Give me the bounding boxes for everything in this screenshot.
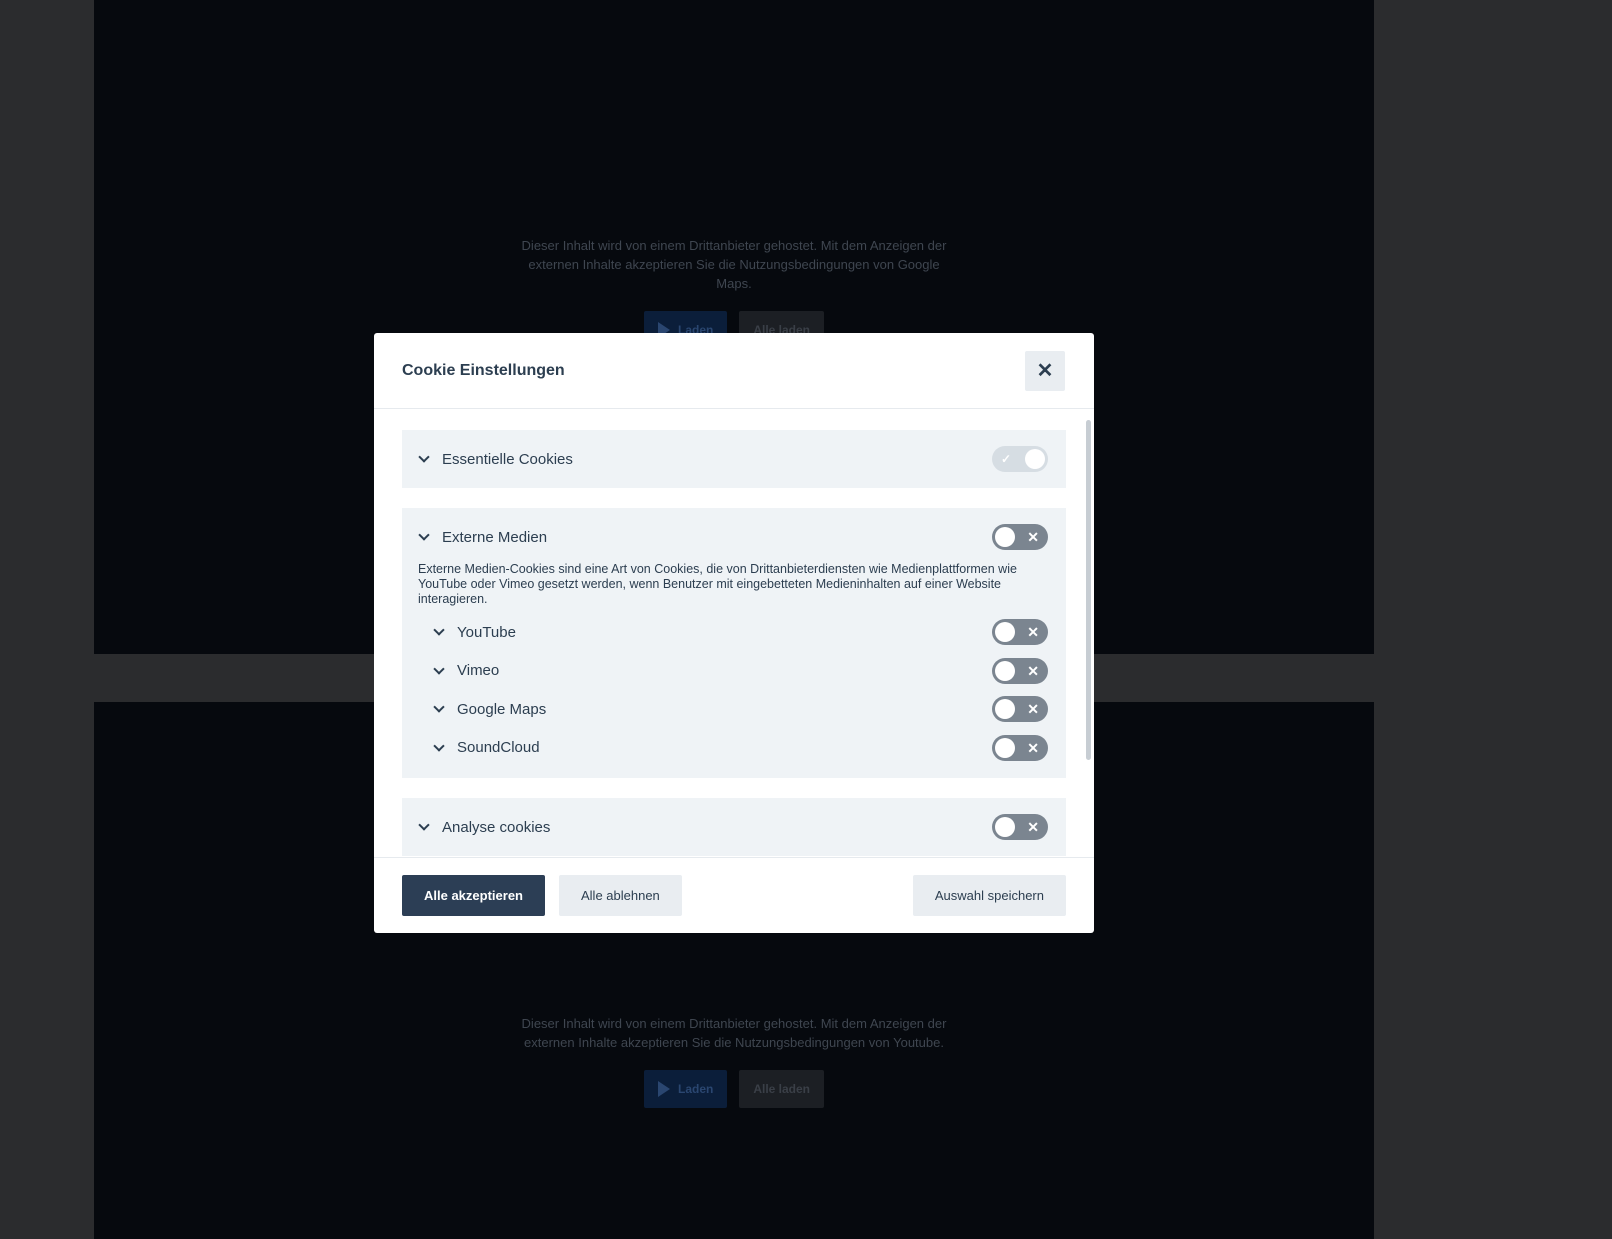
cookie-settings-modal: Cookie Einstellungen ✕ Essentielle Cooki… <box>374 333 1094 933</box>
toggle-knob <box>995 737 1015 758</box>
section-label: Analyse cookies <box>442 818 551 836</box>
chevron-down-icon[interactable] <box>418 819 430 831</box>
load-all-button[interactable]: Alle laden <box>739 1070 825 1108</box>
toggle-knob <box>995 660 1015 681</box>
section-analyse-cookies: Analyse cookies ✕ <box>402 798 1066 856</box>
list-item-youtube[interactable]: YouTube ✕ <box>402 613 1066 652</box>
item-label: SoundCloud <box>457 739 540 757</box>
chevron-down-icon[interactable] <box>418 451 430 463</box>
vimeo-toggle[interactable]: ✕ <box>992 657 1048 684</box>
close-button[interactable]: ✕ <box>1025 350 1065 391</box>
section-description: Externe Medien-Cookies sind eine Art von… <box>418 562 1017 606</box>
toggle-knob <box>995 527 1015 547</box>
list-item-soundcloud[interactable]: SoundCloud ✕ <box>402 729 1066 768</box>
modal-body[interactable]: Essentielle Cookies ✓ Externe Medien ✕ E… <box>374 410 1094 857</box>
chevron-down-icon[interactable] <box>433 701 445 713</box>
section-external-media: Externe Medien ✕ Externe Medien-Cookies … <box>402 508 1066 778</box>
load-button[interactable]: Laden <box>643 1070 728 1108</box>
external-media-list: YouTube ✕ Vimeo ✕ Google Maps ✕ SoundClo… <box>402 613 1066 767</box>
list-item-google-maps[interactable]: Google Maps ✕ <box>402 690 1066 729</box>
embed-notice-text: Dieser Inhalt wird von einem Drittanbiet… <box>521 238 947 291</box>
analyse-cookies-toggle[interactable]: ✕ <box>992 814 1048 840</box>
essential-cookies-toggle: ✓ <box>992 446 1048 472</box>
embed-buttons: Laden Alle laden <box>94 1070 1374 1108</box>
toggle-knob <box>1025 449 1045 469</box>
list-item-vimeo[interactable]: Vimeo ✕ <box>402 652 1066 691</box>
x-icon: ✕ <box>1027 739 1039 756</box>
check-icon: ✓ <box>1001 452 1012 466</box>
item-label: YouTube <box>457 623 516 641</box>
x-icon: ✕ <box>1027 819 1039 835</box>
section-label: Essentielle Cookies <box>442 450 573 468</box>
play-icon <box>657 1081 670 1097</box>
item-label: Google Maps <box>457 700 547 718</box>
section-header[interactable]: Essentielle Cookies ✓ <box>402 430 1066 488</box>
section-essential-cookies: Essentielle Cookies ✓ <box>402 430 1066 488</box>
section-header[interactable]: Externe Medien ✕ <box>402 508 1066 566</box>
embed-notice-text: Dieser Inhalt wird von einem Drittanbiet… <box>521 1016 947 1050</box>
external-media-toggle[interactable]: ✕ <box>992 524 1048 550</box>
youtube-toggle[interactable]: ✕ <box>992 619 1048 646</box>
toggle-knob <box>995 622 1015 643</box>
toggle-knob <box>995 817 1015 837</box>
x-icon: ✕ <box>1027 701 1039 718</box>
toggle-knob <box>995 699 1015 720</box>
accept-all-button[interactable]: Alle akzeptieren <box>402 875 545 916</box>
google-maps-toggle[interactable]: ✕ <box>992 696 1048 723</box>
item-label: Vimeo <box>457 662 500 680</box>
section-header[interactable]: Analyse cookies ✕ <box>402 798 1066 856</box>
chevron-down-icon[interactable] <box>433 624 445 636</box>
save-selection-button[interactable]: Auswahl speichern <box>912 875 1066 916</box>
modal-title: Cookie Einstellungen <box>402 361 565 379</box>
load-button-label: Laden <box>677 1081 714 1096</box>
embed-notice: Dieser Inhalt wird von einem Drittanbiet… <box>94 1014 1374 1108</box>
modal-footer: Alle akzeptieren Alle ablehnen Auswahl s… <box>374 857 1094 933</box>
reject-all-button[interactable]: Alle ablehnen <box>559 875 682 916</box>
soundcloud-toggle[interactable]: ✕ <box>992 734 1048 761</box>
chevron-down-icon[interactable] <box>418 529 430 541</box>
chevron-down-icon[interactable] <box>433 663 445 675</box>
x-icon: ✕ <box>1027 529 1039 545</box>
x-icon: ✕ <box>1027 624 1039 641</box>
section-label: Externe Medien <box>442 528 548 546</box>
scrollbar[interactable] <box>1086 420 1091 760</box>
x-icon: ✕ <box>1027 662 1039 679</box>
modal-header: Cookie Einstellungen ✕ <box>374 333 1094 409</box>
chevron-down-icon[interactable] <box>433 740 445 752</box>
close-icon: ✕ <box>1036 360 1054 382</box>
